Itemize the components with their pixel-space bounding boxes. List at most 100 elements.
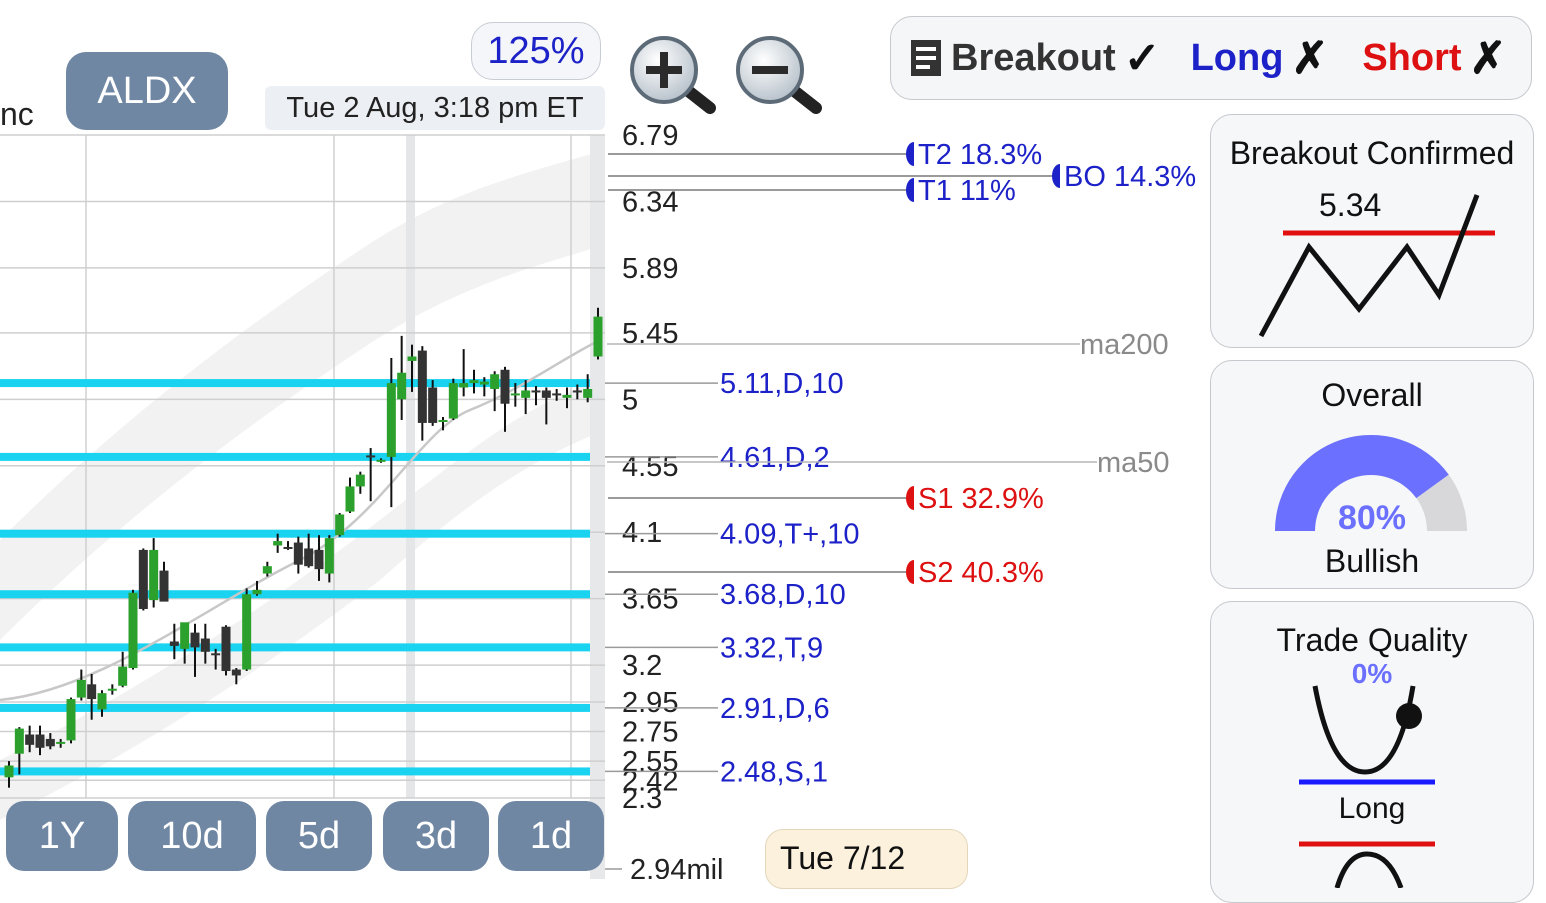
candle-down[interactable] <box>211 653 221 656</box>
candle-down[interactable] <box>541 390 551 398</box>
candle-down[interactable] <box>314 549 324 570</box>
candle-down[interactable] <box>428 387 438 423</box>
candle-down[interactable] <box>552 393 562 396</box>
timeframe-button-1y[interactable]: 1Y <box>6 801 118 871</box>
candle-down[interactable] <box>138 549 148 609</box>
candle-up[interactable] <box>66 699 76 741</box>
symbol-button[interactable]: ALDX <box>66 52 228 130</box>
breakout-panel[interactable]: Breakout Confirmed 5.34 <box>1210 114 1534 348</box>
long-signal-label[interactable]: Long <box>1191 37 1284 80</box>
target-label[interactable]: T2 18.3% <box>918 139 1042 171</box>
candle-down[interactable] <box>25 734 35 745</box>
support-resistance-label[interactable]: 5.11,D,10 <box>720 368 844 400</box>
candle-down[interactable] <box>35 734 45 748</box>
support-resistance-label[interactable]: 2.48,S,1 <box>720 756 828 788</box>
target-label[interactable]: BO 14.3% <box>1064 161 1196 193</box>
candle-up[interactable] <box>593 316 603 357</box>
zoom-in-icon[interactable] <box>626 34 718 116</box>
candle-up[interactable] <box>14 728 24 754</box>
support-resistance-line[interactable] <box>0 529 590 538</box>
zoom-out-icon[interactable] <box>732 34 824 116</box>
y-tick-label: 5.45 <box>622 318 678 350</box>
candle-down[interactable] <box>200 638 210 652</box>
candle-up[interactable] <box>242 594 252 670</box>
support-resistance-label[interactable]: 3.32,T,9 <box>720 632 823 664</box>
candle-up[interactable] <box>252 589 262 595</box>
candle-up[interactable] <box>273 541 283 546</box>
support-resistance-label[interactable]: 4.09,T+,10 <box>720 519 859 551</box>
candle-down[interactable] <box>500 369 510 404</box>
timeframe-button-1d[interactable]: 1d <box>498 801 604 871</box>
candle-up[interactable] <box>56 741 66 744</box>
candle-up[interactable] <box>386 383 396 457</box>
candle-up[interactable] <box>97 693 107 710</box>
candle-up[interactable] <box>562 394 572 398</box>
candle-down[interactable] <box>159 570 169 602</box>
price-channel-lower <box>0 380 605 820</box>
support-resistance-line[interactable] <box>0 767 590 776</box>
candle-up[interactable] <box>128 592 138 669</box>
price-axis-band <box>590 135 605 879</box>
target-marker-icon <box>906 560 914 584</box>
candle-down[interactable] <box>87 684 97 700</box>
zoom-level[interactable]: 125% <box>471 22 601 80</box>
menu-icon[interactable] <box>911 40 941 76</box>
trade-quality-panel[interactable]: Trade Quality 0% Long <box>1210 601 1534 903</box>
candle-up[interactable] <box>149 549 159 601</box>
candle-up[interactable] <box>376 459 386 462</box>
candle-up[interactable] <box>4 765 14 778</box>
candle-down[interactable] <box>231 669 241 676</box>
candle-up[interactable] <box>76 679 86 698</box>
support-resistance-line[interactable] <box>0 703 590 712</box>
support-resistance-label[interactable]: 3.68,D,10 <box>720 579 846 611</box>
support-resistance-label[interactable]: 2.91,D,6 <box>720 693 830 725</box>
breakout-signal-label[interactable]: Breakout <box>951 37 1116 80</box>
candle-up[interactable] <box>448 383 458 419</box>
candle-up[interactable] <box>324 538 334 574</box>
candle-up[interactable] <box>510 393 520 396</box>
target-label[interactable]: T1 11% <box>918 175 1016 207</box>
candle-up[interactable] <box>490 374 500 389</box>
candle-up[interactable] <box>583 388 593 398</box>
candle-up[interactable] <box>107 688 117 691</box>
candle-down[interactable] <box>531 390 541 393</box>
support-resistance-line[interactable] <box>0 643 590 652</box>
stop-label[interactable]: S2 40.3% <box>918 557 1044 589</box>
timeframe-button-3d[interactable]: 3d <box>383 801 489 871</box>
candle-down[interactable] <box>190 632 200 648</box>
candle-up[interactable] <box>118 666 128 686</box>
candle-down[interactable] <box>293 542 303 565</box>
candle-up[interactable] <box>397 372 407 400</box>
support-resistance-label[interactable]: 4.61,D,2 <box>720 442 830 474</box>
candle-down[interactable] <box>417 350 427 423</box>
candle-up[interactable] <box>262 566 272 574</box>
candle-up[interactable] <box>345 486 355 512</box>
candle-up[interactable] <box>180 622 190 649</box>
candle-up[interactable] <box>335 514 345 536</box>
candle-down[interactable] <box>572 390 582 393</box>
y-tick-label: 6.79 <box>622 120 678 152</box>
candle-up[interactable] <box>459 383 469 388</box>
candle-down[interactable] <box>304 548 314 567</box>
candle-up[interactable] <box>407 356 417 361</box>
candle-up[interactable] <box>355 474 365 487</box>
candle-down[interactable] <box>366 455 376 458</box>
target-marker-icon <box>906 178 914 202</box>
long-cross-icon: ✗ <box>1291 33 1329 83</box>
candle-up[interactable] <box>438 419 448 422</box>
support-resistance-line[interactable] <box>0 590 590 599</box>
candle-up[interactable] <box>521 390 531 398</box>
timeframe-button-5d[interactable]: 5d <box>266 801 372 871</box>
overall-panel[interactable]: Overall 80% Bullish <box>1210 360 1534 589</box>
candle-down[interactable] <box>221 626 231 672</box>
short-signal-label[interactable]: Short <box>1362 37 1461 80</box>
y-tick-label: 4.55 <box>622 451 678 483</box>
support-resistance-line[interactable] <box>0 452 590 461</box>
candle-down[interactable] <box>283 546 293 549</box>
candle-down[interactable] <box>45 738 55 747</box>
candle-up[interactable] <box>479 381 489 385</box>
candle-up[interactable] <box>469 380 479 384</box>
candle-down[interactable] <box>169 641 179 646</box>
stop-label[interactable]: S1 32.9% <box>918 483 1044 515</box>
timeframe-button-10d[interactable]: 10d <box>128 801 256 871</box>
